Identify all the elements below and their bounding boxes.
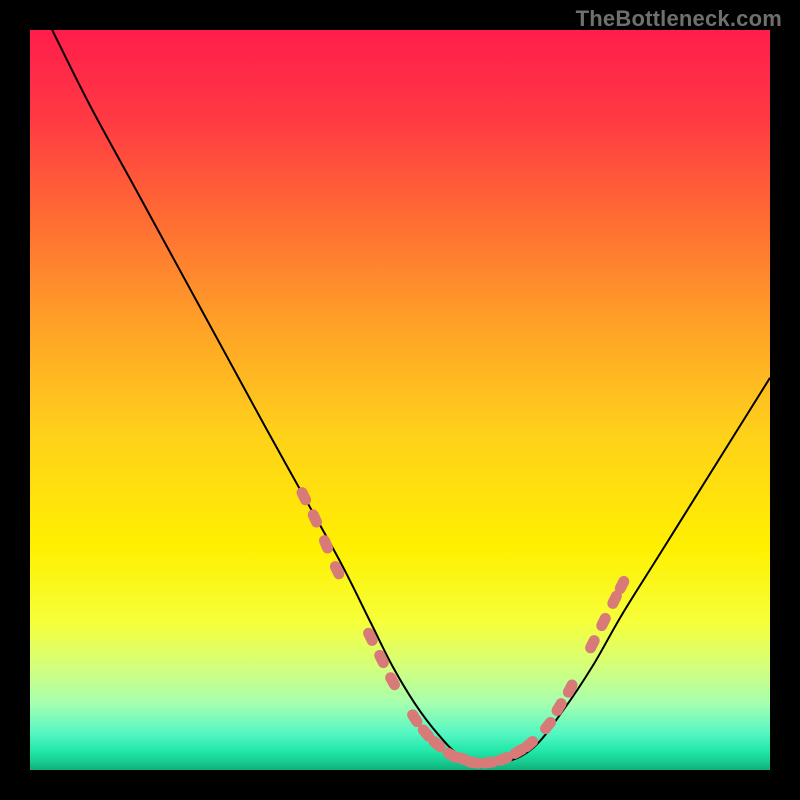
watermark-text: TheBottleneck.com (576, 6, 782, 32)
bottleneck-chart (0, 0, 800, 800)
chart-stage: TheBottleneck.com (0, 0, 800, 800)
plot-gradient-background (30, 30, 770, 770)
